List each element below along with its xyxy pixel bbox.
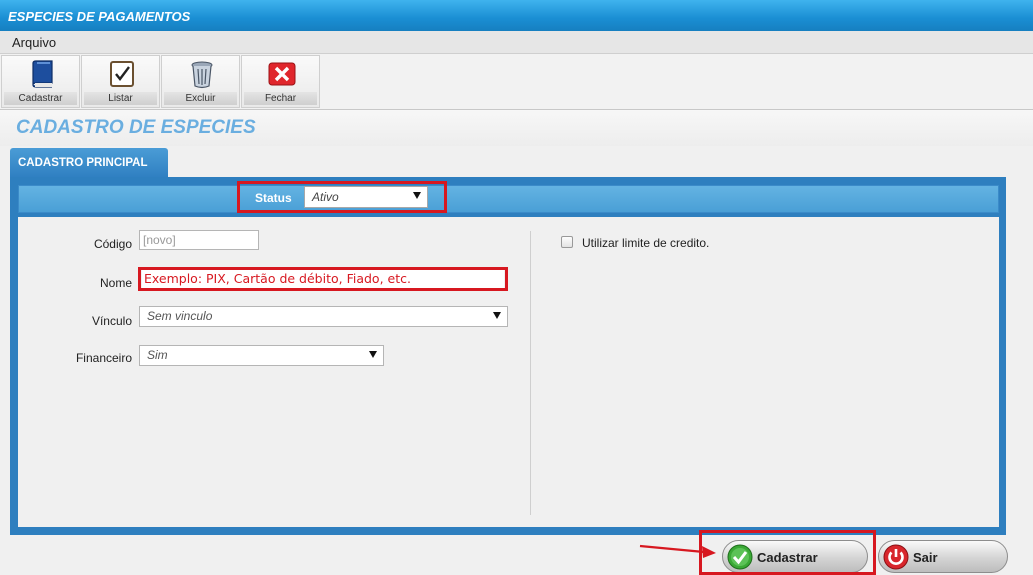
column-divider (530, 231, 531, 515)
status-strip (18, 185, 999, 213)
toolbar: Cadastrar Listar Excluir Fechar (0, 54, 1033, 110)
form-body (18, 217, 999, 527)
chevron-down-icon (493, 312, 501, 319)
toolbar-excluir-button[interactable]: Excluir (161, 55, 240, 108)
window-titlebar: ESPECIES DE PAGAMENTOS (0, 0, 1033, 31)
toolbar-fechar-button[interactable]: Fechar (241, 55, 320, 108)
page-title: CADASTRO DE ESPECIES (16, 117, 256, 138)
tab-cadastro-principal[interactable]: CADASTRO PRINCIPAL (10, 148, 168, 178)
book-icon (32, 60, 53, 88)
nome-highlight-box (138, 267, 508, 291)
checklist-icon (110, 61, 134, 87)
nome-label: Nome (99, 276, 132, 290)
menu-bar: Arquivo (0, 31, 1033, 54)
toolbar-cadastrar-button[interactable]: Cadastrar (1, 55, 80, 108)
sair-button-label: Sair (913, 550, 938, 565)
cadastrar-highlight-box (699, 530, 876, 575)
financeiro-label: Financeiro (75, 351, 132, 365)
toolbar-listar-label: Listar (84, 92, 157, 105)
menu-item-arquivo[interactable]: Arquivo (12, 35, 56, 50)
financeiro-value: Sim (147, 348, 168, 362)
toolbar-cadastrar-label: Cadastrar (4, 92, 77, 105)
chevron-down-icon (369, 351, 377, 358)
status-highlight-box (237, 181, 447, 213)
power-icon (883, 544, 909, 570)
sair-button[interactable]: Sair (878, 540, 1008, 573)
window-title: ESPECIES DE PAGAMENTOS (8, 9, 191, 24)
close-icon (268, 62, 296, 86)
vinculo-select[interactable]: Sem vinculo (139, 306, 508, 327)
codigo-field[interactable]: [novo] (139, 230, 259, 250)
vinculo-value: Sem vinculo (147, 309, 213, 323)
limite-checkbox[interactable] (561, 236, 573, 248)
vinculo-label: Vínculo (91, 314, 132, 328)
limite-label: Utilizar limite de credito. (582, 236, 710, 250)
trash-icon (191, 61, 213, 89)
toolbar-excluir-label: Excluir (164, 92, 237, 105)
toolbar-listar-button[interactable]: Listar (81, 55, 160, 108)
financeiro-select[interactable]: Sim (139, 345, 384, 366)
toolbar-fechar-label: Fechar (244, 92, 317, 105)
codigo-label: Código (93, 237, 132, 251)
section-header: CADASTRO DE ESPECIES (0, 110, 1033, 146)
